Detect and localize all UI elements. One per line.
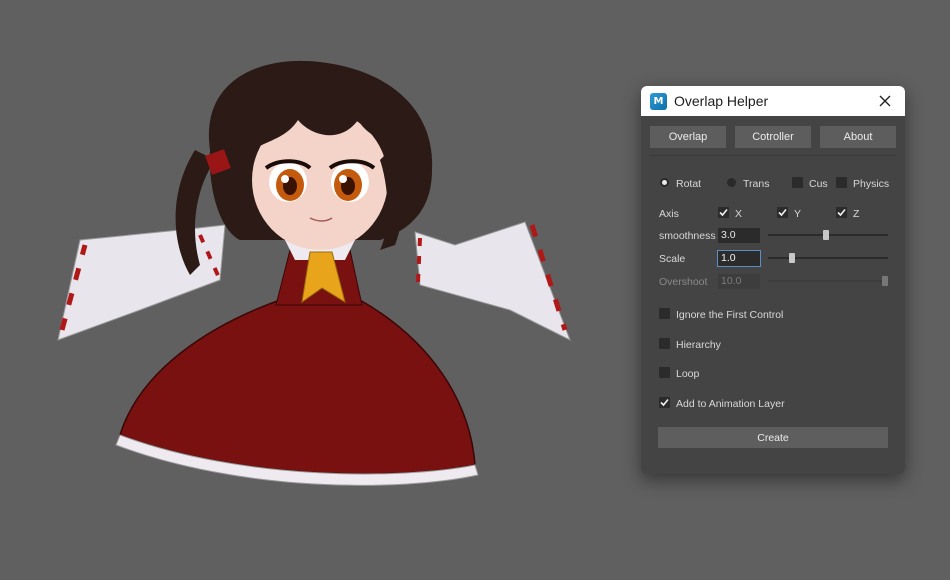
axis-row: Axis X Y Z [658,205,888,223]
checkbox-ignore-first-control[interactable] [659,308,670,319]
skirt [119,299,476,475]
scale-field[interactable]: 1.0 [717,250,761,267]
overshoot-field[interactable]: 10.0 [718,274,760,289]
maya-app-icon: M [650,92,667,110]
checkbox-physics[interactable] [836,177,847,188]
checkbox-hierarchy[interactable] [659,338,670,349]
tab-about[interactable]: About [820,126,896,148]
checkbox-cus[interactable] [792,177,803,188]
overlap-helper-window: M Overlap Helper Overlap Cotroller About… [641,86,905,474]
check-icon [837,208,846,217]
radio-trans[interactable] [727,178,736,187]
scale-label: Scale [659,253,686,265]
smoothness-label: smoothness [659,230,716,242]
checkbox-loop[interactable] [659,367,670,378]
option-loop: Loop [658,365,888,383]
smoothness-slider-handle[interactable] [822,230,829,240]
tab-cotroller[interactable]: Cotroller [735,126,811,148]
radio-trans-label: Trans [743,178,770,190]
hierarchy-label: Hierarchy [676,339,721,351]
axis-x-label: X [735,208,743,220]
mode-row: Rotat Trans Cus Physics [658,175,890,193]
right-sleeve [414,221,571,342]
checkbox-axis-y[interactable] [777,207,788,218]
scale-row: Scale 1.0 [658,250,888,268]
divider [650,155,896,156]
close-button[interactable] [875,91,895,111]
check-icon [778,208,787,217]
scale-slider[interactable] [768,257,888,259]
check-icon [719,208,728,217]
character-model[interactable] [40,40,600,500]
checkbox-cus-label: Cus [809,178,828,190]
radio-rotat-label: Rotat [676,178,702,190]
overshoot-label: Overshoot [659,276,708,288]
overshoot-slider-handle[interactable] [882,276,888,286]
title-bar[interactable]: M Overlap Helper [641,86,905,116]
axis-z-label: Z [853,208,860,220]
smoothness-row: smoothness 3.0 [658,227,888,245]
tab-bar: Overlap Cotroller About [650,126,896,148]
create-button[interactable]: Create [658,427,888,448]
checkbox-axis-z[interactable] [836,207,847,218]
checkbox-axis-x[interactable] [718,207,729,218]
option-hierarchy: Hierarchy [658,336,888,354]
checkbox-add-to-animation-layer[interactable] [659,397,670,408]
checkbox-physics-label: Physics [853,178,890,190]
window-title: Overlap Helper [674,93,769,109]
ignore-first-control-label: Ignore the First Control [676,309,784,321]
tab-overlap[interactable]: Overlap [650,126,726,148]
option-ignore-first: Ignore the First Control [658,306,888,324]
left-sleeve [57,224,226,341]
axis-label: Axis [659,208,679,220]
close-icon [879,95,891,107]
overshoot-row: Overshoot 10.0 [658,273,888,291]
option-animation-layer: Add to Animation Layer [658,395,888,413]
axis-y-label: Y [794,208,802,220]
scale-slider-handle[interactable] [788,253,795,263]
loop-label: Loop [676,368,700,380]
add-to-animation-layer-label: Add to Animation Layer [676,398,785,410]
overshoot-slider[interactable] [768,280,888,282]
check-icon [660,398,669,407]
radio-rotat[interactable] [660,178,669,187]
smoothness-field[interactable]: 3.0 [718,228,760,243]
